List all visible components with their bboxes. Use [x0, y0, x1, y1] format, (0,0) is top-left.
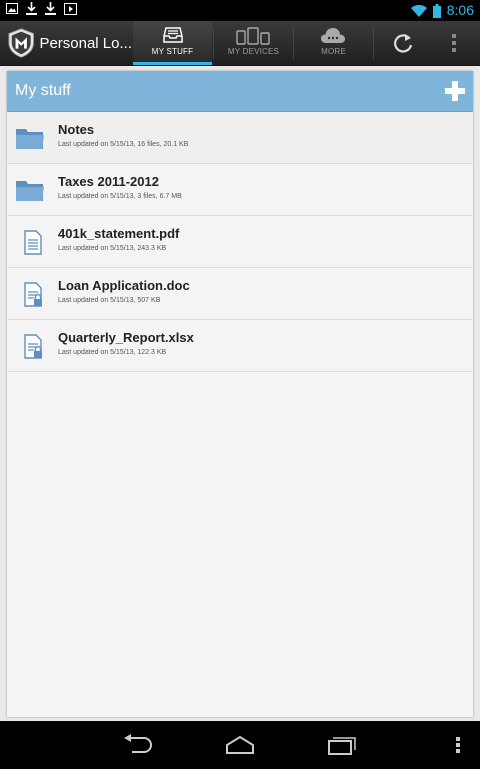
back-icon[interactable]	[122, 734, 154, 756]
play-icon	[64, 2, 77, 15]
file-name: Quarterly_Report.xlsx	[58, 330, 194, 345]
overflow-menu-icon[interactable]	[446, 33, 462, 53]
file-row-loan-application[interactable]: Loan Application.doc Last updated on 5/1…	[7, 268, 473, 320]
status-bar: 8:06	[0, 0, 480, 21]
download-icon	[26, 2, 37, 15]
mcafee-shield-logo	[8, 28, 34, 58]
navigation-bar	[0, 721, 480, 769]
action-bar: Personal Lo... MY STUFF MY DEVICES MORE	[0, 21, 480, 66]
devices-icon	[236, 27, 270, 45]
file-row-taxes[interactable]: Taxes 2011-2012 Last updated on 5/15/13,…	[7, 164, 473, 216]
download-icon	[45, 2, 56, 15]
home-icon[interactable]	[224, 734, 256, 756]
refresh-icon[interactable]	[386, 32, 420, 54]
battery-icon	[432, 3, 441, 18]
file-row-quarterly-report[interactable]: Quarterly_Report.xlsx Last updated on 5/…	[7, 320, 473, 372]
panel-header: My stuff	[7, 71, 473, 112]
tab-label: MY STUFF	[151, 47, 194, 56]
file-name: 401k_statement.pdf	[58, 226, 180, 241]
locked-document-icon	[24, 334, 42, 359]
file-row-notes[interactable]: Notes Last updated on 5/15/13, 16 files,…	[7, 112, 473, 164]
tab-divider	[373, 27, 374, 59]
tab-label: MORE	[321, 47, 346, 56]
file-name: Notes	[58, 122, 95, 137]
file-name: Loan Application.doc	[58, 278, 190, 293]
folder-icon	[16, 129, 44, 149]
file-meta: Last updated on 5/15/13, 507 KB	[58, 297, 161, 304]
tab-more[interactable]: MORE	[294, 21, 373, 65]
document-icon	[24, 230, 42, 255]
app-home-button[interactable]: Personal Lo...	[0, 21, 132, 65]
image-icon	[6, 3, 18, 14]
file-row-401k[interactable]: 401k_statement.pdf Last updated on 5/15/…	[7, 216, 473, 268]
panel-title: My stuff	[15, 82, 71, 99]
recent-apps-icon[interactable]	[326, 734, 358, 756]
file-name: Taxes 2011-2012	[58, 174, 159, 189]
tab-my-stuff[interactable]: MY STUFF	[133, 21, 212, 65]
clock: 8:06	[446, 2, 474, 18]
folder-icon	[16, 181, 44, 201]
file-meta: Last updated on 5/15/13, 3 files, 6.7 MB	[58, 193, 182, 200]
menu-icon[interactable]	[452, 734, 464, 756]
file-meta: Last updated on 5/15/13, 16 files, 20.1 …	[58, 141, 189, 148]
wifi-icon	[410, 4, 427, 17]
plus-icon[interactable]	[444, 80, 466, 102]
my-stuff-panel: My stuff Notes Last updated on 5/15/13, …	[7, 71, 473, 717]
inbox-icon	[163, 27, 183, 43]
file-meta: Last updated on 5/15/13, 122.3 KB	[58, 349, 167, 356]
app-title: Personal Lo...	[39, 34, 132, 52]
file-meta: Last updated on 5/15/13, 243.3 KB	[58, 245, 167, 252]
tab-my-devices[interactable]: MY DEVICES	[214, 21, 293, 65]
locked-document-icon	[24, 282, 42, 307]
cloud-icon	[321, 28, 345, 43]
tab-label: MY DEVICES	[227, 47, 280, 56]
file-list: Notes Last updated on 5/15/13, 16 files,…	[7, 112, 473, 372]
